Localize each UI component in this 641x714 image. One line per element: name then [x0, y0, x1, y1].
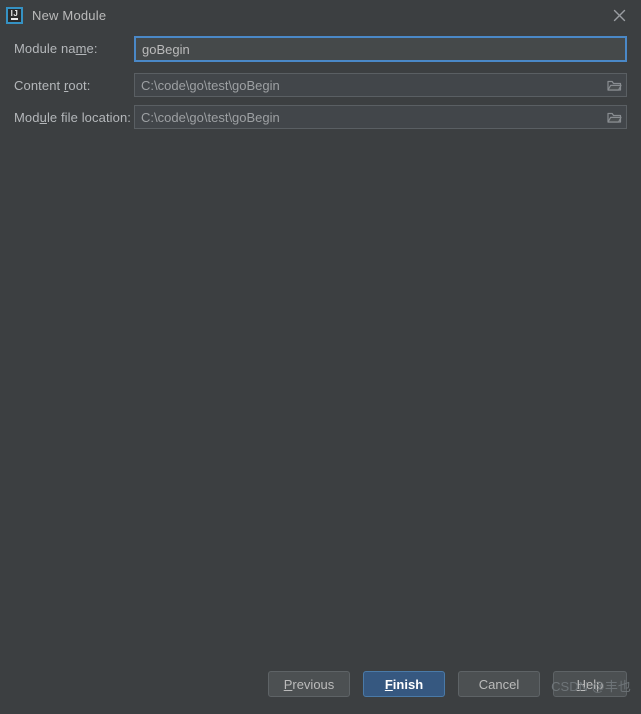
- help-button[interactable]: Help: [553, 671, 627, 697]
- button-text-before: Cancel: [478, 676, 520, 692]
- close-icon[interactable]: [605, 0, 633, 30]
- module-name-field-wrap: [134, 36, 627, 62]
- module-file-location-label: Module file location:: [14, 110, 134, 125]
- button-mnemonic: P: [283, 676, 293, 692]
- content-root-field-wrap: [134, 73, 627, 97]
- form-row-module-file-location: Module file location:: [14, 105, 627, 129]
- content-root-label: Content root:: [14, 78, 134, 93]
- folder-icon: [606, 80, 622, 91]
- intellij-idea-icon: IJ: [6, 6, 23, 24]
- finish-button[interactable]: Finish: [363, 671, 445, 697]
- app-icon-bar: [11, 17, 18, 20]
- button-mnemonic: F: [384, 676, 393, 692]
- label-text-after: oot:: [68, 77, 91, 93]
- previous-button[interactable]: Previous: [268, 671, 350, 697]
- button-text-after: revious: [292, 676, 335, 692]
- content-root-browse-button[interactable]: [602, 74, 626, 96]
- dialog-content-area: [0, 137, 641, 671]
- button-text-after: inish: [392, 676, 424, 692]
- new-module-dialog: IJ New Module Module name: Content root:: [0, 0, 641, 714]
- module-file-location-input[interactable]: [134, 105, 627, 129]
- form-row-module-name: Module name:: [14, 36, 627, 62]
- folder-icon: [606, 112, 622, 123]
- form-row-content-root: Content root:: [14, 73, 627, 97]
- button-mnemonic: H: [576, 676, 587, 692]
- module-name-label: Module name:: [14, 41, 134, 56]
- label-text-before: Content: [14, 77, 64, 93]
- label-text-after: e:: [86, 40, 98, 56]
- label-mnemonic: m: [75, 40, 87, 56]
- dialog-titlebar: IJ New Module: [0, 0, 641, 30]
- module-file-location-field-wrap: [134, 105, 627, 129]
- module-file-location-browse-button[interactable]: [602, 106, 626, 128]
- content-root-input[interactable]: [134, 73, 627, 97]
- module-form: Module name: Content root: Module file l…: [0, 30, 641, 137]
- button-text-after: elp: [586, 676, 604, 692]
- dialog-title: New Module: [32, 7, 107, 23]
- dialog-button-bar: Previous Finish Cancel Help CSDN @丰也: [0, 671, 641, 714]
- label-mnemonic: u: [39, 109, 47, 125]
- module-name-input[interactable]: [134, 36, 627, 62]
- label-text-after: le file location:: [46, 109, 132, 125]
- label-text-before: Module na: [14, 40, 76, 56]
- cancel-button[interactable]: Cancel: [458, 671, 540, 697]
- label-text-before: Mod: [14, 109, 40, 125]
